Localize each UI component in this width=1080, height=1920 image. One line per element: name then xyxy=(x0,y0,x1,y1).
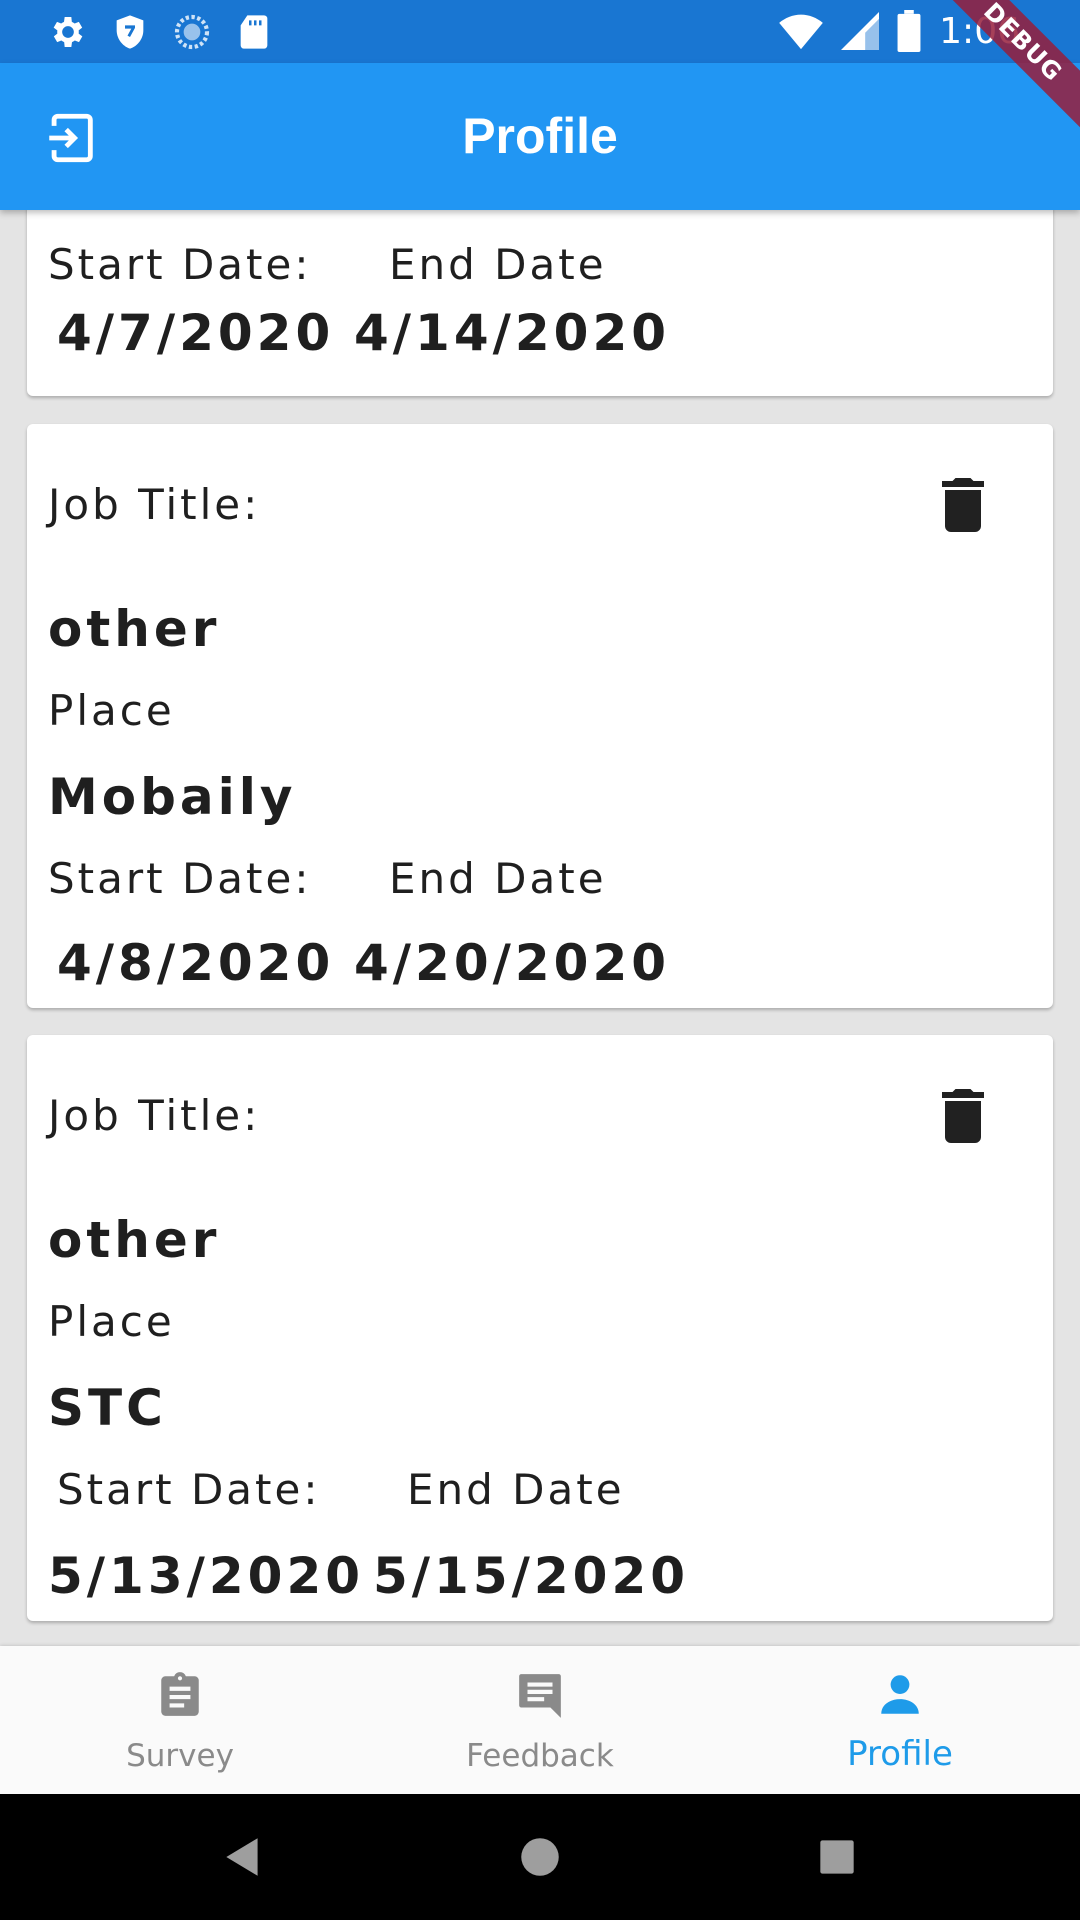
nav-label-survey: Survey xyxy=(126,1738,234,1774)
sd-card-icon xyxy=(234,12,274,52)
nav-item-feedback[interactable]: Feedback xyxy=(360,1646,720,1794)
job-title-label: Job Title: xyxy=(48,480,261,529)
job-title-label: Job Title: xyxy=(48,1091,261,1140)
trash-icon[interactable] xyxy=(941,478,985,532)
settings-icon xyxy=(48,12,88,52)
start-date-label: Start Date: xyxy=(57,1465,321,1514)
shield-icon xyxy=(110,12,150,52)
signal-icon xyxy=(841,11,880,51)
place-label: Place xyxy=(48,1297,175,1346)
job-card: Job Title: other Place STC Start Date: E… xyxy=(27,1035,1053,1621)
place-value: STC xyxy=(48,1379,167,1437)
clipboard-icon xyxy=(155,1670,205,1720)
back-icon[interactable] xyxy=(218,1832,268,1882)
nav-item-survey[interactable]: Survey xyxy=(0,1646,360,1794)
end-date-label: End Date xyxy=(389,854,607,903)
end-date-value: 5/15/2020 xyxy=(373,1547,690,1605)
start-date-label: Start Date: xyxy=(48,240,312,289)
wifi-icon xyxy=(779,11,823,51)
profile-job-list[interactable]: Start Date: End Date 4/7/2020 4/14/2020 … xyxy=(0,210,1080,1646)
job-title-value: other xyxy=(48,1211,221,1269)
end-date-label: End Date xyxy=(407,1465,625,1514)
start-date-value: 5/13/2020 xyxy=(48,1547,365,1605)
start-date-value: 4/7/2020 xyxy=(57,304,335,362)
person-icon xyxy=(875,1670,925,1720)
job-card: Job Title: other Place Mobaily Start Dat… xyxy=(27,424,1053,1008)
feedback-icon xyxy=(515,1670,565,1720)
trash-icon[interactable] xyxy=(941,1089,985,1143)
status-bar: 1:06 xyxy=(0,0,1080,63)
start-date-value: 4/8/2020 xyxy=(57,934,335,992)
battery-icon xyxy=(897,10,921,52)
nav-label-profile: Profile xyxy=(847,1734,953,1774)
end-date-label: End Date xyxy=(389,240,607,289)
system-nav-bar xyxy=(0,1794,1080,1920)
nav-item-profile[interactable]: Profile xyxy=(720,1646,1080,1794)
place-label: Place xyxy=(48,686,175,735)
app-bar: Profile xyxy=(0,63,1080,210)
nav-label-feedback: Feedback xyxy=(466,1738,614,1774)
job-card: Start Date: End Date 4/7/2020 4/14/2020 xyxy=(27,210,1053,396)
bottom-nav: Survey Feedback Profile xyxy=(0,1646,1080,1794)
place-value: Mobaily xyxy=(48,768,297,826)
start-date-label: Start Date: xyxy=(48,854,312,903)
status-icons-left xyxy=(48,12,274,52)
page-title: Profile xyxy=(462,108,618,164)
home-icon[interactable] xyxy=(515,1832,565,1882)
sync-icon xyxy=(172,12,212,52)
job-title-value: other xyxy=(48,600,221,658)
end-date-value: 4/20/2020 xyxy=(354,934,671,992)
recents-icon[interactable] xyxy=(812,1832,862,1882)
end-date-value: 4/14/2020 xyxy=(354,304,671,362)
